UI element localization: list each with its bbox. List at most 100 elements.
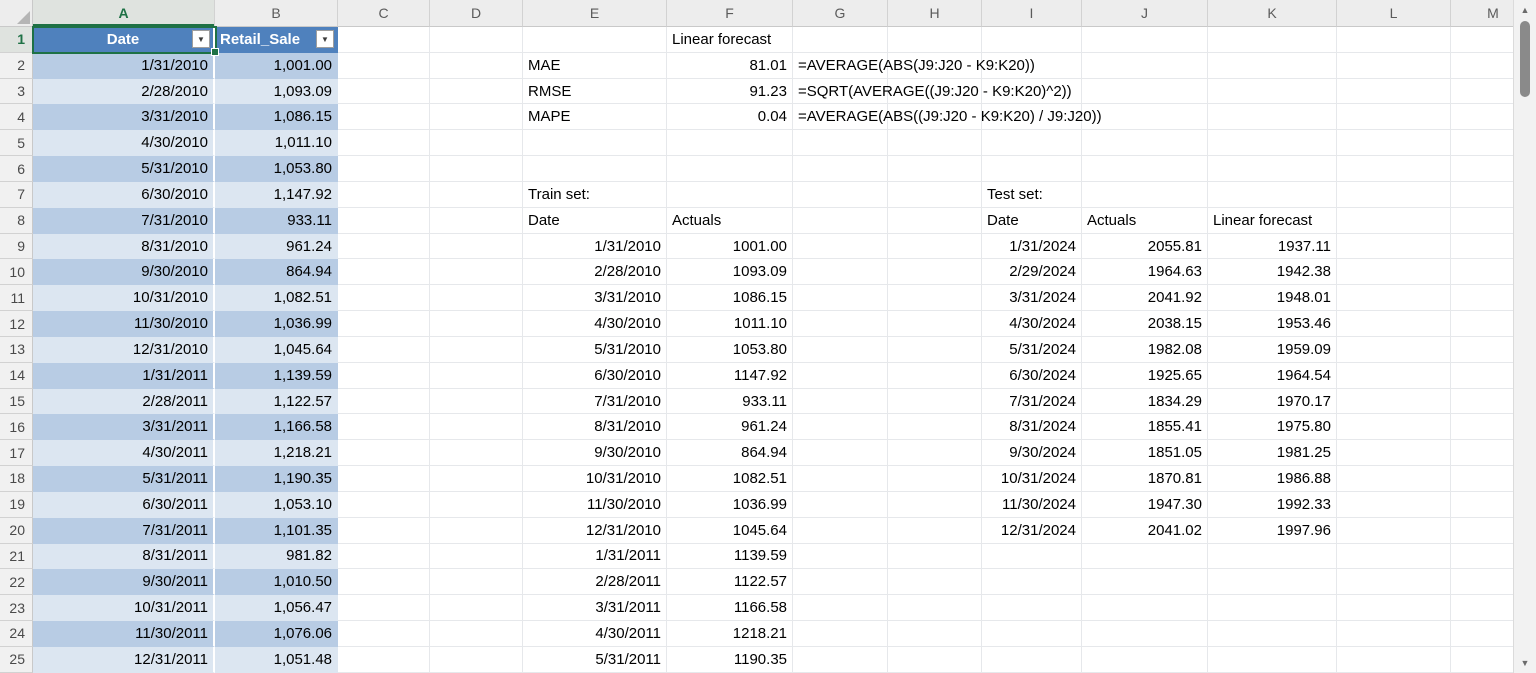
- cell-H6[interactable]: [888, 156, 982, 182]
- column-header-D[interactable]: D: [430, 0, 523, 27]
- cell-B8[interactable]: 933.11: [215, 208, 338, 234]
- cell-I8[interactable]: Date: [982, 208, 1082, 234]
- cell-K14[interactable]: 1964.54: [1208, 363, 1337, 389]
- cell-I17[interactable]: 9/30/2024: [982, 440, 1082, 466]
- cell-C8[interactable]: [338, 208, 430, 234]
- cell-K10[interactable]: 1942.38: [1208, 259, 1337, 285]
- cell-A4[interactable]: 3/31/2010: [33, 104, 215, 130]
- cell-G17[interactable]: [793, 440, 888, 466]
- cell-G21[interactable]: [793, 544, 888, 570]
- cell-H15[interactable]: [888, 389, 982, 415]
- cell-L19[interactable]: [1337, 492, 1451, 518]
- cell-L3[interactable]: [1337, 79, 1451, 105]
- cell-E18[interactable]: 10/31/2010: [523, 466, 667, 492]
- cell-G6[interactable]: [793, 156, 888, 182]
- cell-J11[interactable]: 2041.92: [1082, 285, 1208, 311]
- row-header-24[interactable]: 24: [0, 621, 33, 647]
- cell-D15[interactable]: [430, 389, 523, 415]
- filter-button-A1[interactable]: ▼: [192, 30, 210, 48]
- cell-A22[interactable]: 9/30/2011: [33, 569, 215, 595]
- cell-C3[interactable]: [338, 79, 430, 105]
- cell-G2[interactable]: =AVERAGE(ABS(J9:J20 - K9:K20)): [793, 53, 888, 79]
- cell-F24[interactable]: 1218.21: [667, 621, 793, 647]
- cell-L11[interactable]: [1337, 285, 1451, 311]
- cell-C23[interactable]: [338, 595, 430, 621]
- row-header-1[interactable]: 1: [0, 27, 33, 53]
- cell-A14[interactable]: 1/31/2011: [33, 363, 215, 389]
- row-header-3[interactable]: 3: [0, 79, 33, 105]
- cell-L7[interactable]: [1337, 182, 1451, 208]
- row-header-18[interactable]: 18: [0, 466, 33, 492]
- scroll-down-icon[interactable]: ▼: [1514, 656, 1536, 670]
- cell-C5[interactable]: [338, 130, 430, 156]
- cell-E9[interactable]: 1/31/2010: [523, 234, 667, 260]
- cell-E14[interactable]: 6/30/2010: [523, 363, 667, 389]
- cell-L20[interactable]: [1337, 518, 1451, 544]
- cell-E19[interactable]: 11/30/2010: [523, 492, 667, 518]
- cell-D24[interactable]: [430, 621, 523, 647]
- cell-B12[interactable]: 1,036.99: [215, 311, 338, 337]
- cell-F17[interactable]: 864.94: [667, 440, 793, 466]
- cell-A7[interactable]: 6/30/2010: [33, 182, 215, 208]
- cell-F22[interactable]: 1122.57: [667, 569, 793, 595]
- cell-B7[interactable]: 1,147.92: [215, 182, 338, 208]
- cell-G3[interactable]: =SQRT(AVERAGE((J9:J20 - K9:K20)^2)): [793, 79, 888, 105]
- cell-F5[interactable]: [667, 130, 793, 156]
- cell-L12[interactable]: [1337, 311, 1451, 337]
- column-header-G[interactable]: G: [793, 0, 888, 27]
- cell-E2[interactable]: MAE: [523, 53, 667, 79]
- cell-L2[interactable]: [1337, 53, 1451, 79]
- cell-L4[interactable]: [1337, 104, 1451, 130]
- cell-C18[interactable]: [338, 466, 430, 492]
- cell-F8[interactable]: Actuals: [667, 208, 793, 234]
- cell-G22[interactable]: [793, 569, 888, 595]
- cell-J2[interactable]: [1082, 53, 1208, 79]
- cell-A20[interactable]: 7/31/2011: [33, 518, 215, 544]
- cell-G19[interactable]: [793, 492, 888, 518]
- cell-A21[interactable]: 8/31/2011: [33, 544, 215, 570]
- cell-K18[interactable]: 1986.88: [1208, 466, 1337, 492]
- cell-G10[interactable]: [793, 259, 888, 285]
- cell-J12[interactable]: 2038.15: [1082, 311, 1208, 337]
- cell-I1[interactable]: [982, 27, 1082, 53]
- cell-B5[interactable]: 1,011.10: [215, 130, 338, 156]
- row-header-2[interactable]: 2: [0, 53, 33, 79]
- cell-H16[interactable]: [888, 414, 982, 440]
- cell-C20[interactable]: [338, 518, 430, 544]
- cell-B14[interactable]: 1,139.59: [215, 363, 338, 389]
- cell-F13[interactable]: 1053.80: [667, 337, 793, 363]
- cell-I20[interactable]: 12/31/2024: [982, 518, 1082, 544]
- cell-G11[interactable]: [793, 285, 888, 311]
- cell-K5[interactable]: [1208, 130, 1337, 156]
- cell-H12[interactable]: [888, 311, 982, 337]
- cell-L16[interactable]: [1337, 414, 1451, 440]
- cell-I10[interactable]: 2/29/2024: [982, 259, 1082, 285]
- cell-F20[interactable]: 1045.64: [667, 518, 793, 544]
- cell-L8[interactable]: [1337, 208, 1451, 234]
- cell-I22[interactable]: [982, 569, 1082, 595]
- vertical-scrollbar[interactable]: ▲ ▼: [1513, 0, 1536, 673]
- cell-E12[interactable]: 4/30/2010: [523, 311, 667, 337]
- cell-I16[interactable]: 8/31/2024: [982, 414, 1082, 440]
- cell-E22[interactable]: 2/28/2011: [523, 569, 667, 595]
- cell-A5[interactable]: 4/30/2010: [33, 130, 215, 156]
- cell-K2[interactable]: [1208, 53, 1337, 79]
- cell-L22[interactable]: [1337, 569, 1451, 595]
- cell-J10[interactable]: 1964.63: [1082, 259, 1208, 285]
- cell-J23[interactable]: [1082, 595, 1208, 621]
- cell-E5[interactable]: [523, 130, 667, 156]
- filter-button-B1[interactable]: ▼: [316, 30, 334, 48]
- cell-B13[interactable]: 1,045.64: [215, 337, 338, 363]
- cell-C19[interactable]: [338, 492, 430, 518]
- cell-K25[interactable]: [1208, 647, 1337, 673]
- cell-D18[interactable]: [430, 466, 523, 492]
- cell-K20[interactable]: 1997.96: [1208, 518, 1337, 544]
- cell-C13[interactable]: [338, 337, 430, 363]
- cell-F7[interactable]: [667, 182, 793, 208]
- cell-C16[interactable]: [338, 414, 430, 440]
- cell-J8[interactable]: Actuals: [1082, 208, 1208, 234]
- cell-K23[interactable]: [1208, 595, 1337, 621]
- cell-B2[interactable]: 1,001.00: [215, 53, 338, 79]
- cell-B16[interactable]: 1,166.58: [215, 414, 338, 440]
- cell-H25[interactable]: [888, 647, 982, 673]
